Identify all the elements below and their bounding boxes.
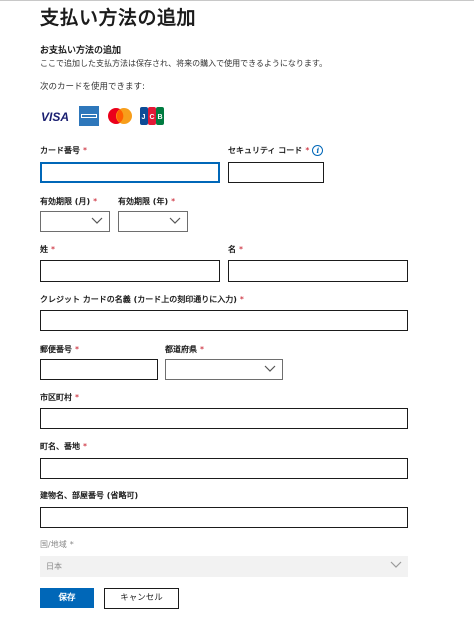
city-input[interactable]: [40, 408, 408, 429]
info-icon[interactable]: i: [312, 145, 324, 156]
building-label: 建物名、部屋番号 (省略可): [40, 491, 139, 500]
mastercard-icon: [107, 106, 133, 126]
exp-year-label: 有効期限 (年) *: [118, 196, 175, 207]
security-code-label-text: セキュリティ コード: [228, 146, 303, 155]
required-mark: *: [75, 393, 79, 402]
last-name-input[interactable]: [40, 260, 220, 282]
card-holder-label: クレジット カードの名義 (カード上の刻印通りに入力) *: [40, 294, 244, 305]
chevron-down-icon: [390, 561, 402, 568]
required-mark: *: [93, 197, 98, 206]
first-name-input[interactable]: [228, 260, 408, 282]
svg-text:J: J: [142, 114, 146, 121]
postal-code-label-text: 郵便番号: [40, 345, 72, 354]
chevron-down-icon: [264, 365, 276, 372]
required-mark: *: [239, 245, 243, 254]
prefecture-label: 都道府県 *: [165, 344, 204, 355]
country-value: 日本: [46, 562, 62, 571]
card-number-label: カード番号 *: [40, 145, 87, 156]
section-description: ここで追加した支払方法は保存され、将来の購入で使用できるようになります。: [40, 59, 328, 68]
page-title: 支払い方法の追加: [40, 7, 197, 29]
last-name-label: 姓 *: [40, 244, 55, 255]
required-mark: *: [305, 146, 310, 155]
section-subtitle: お支払い方法の追加: [40, 46, 122, 56]
exp-year-label-text: 有効期限 (年): [118, 197, 169, 206]
accepted-cards-label: 次のカードを使用できます:: [40, 82, 145, 92]
country-label-text: 国/地域: [40, 540, 67, 549]
prefecture-select[interactable]: [165, 359, 283, 380]
country-label: 国/地域 *: [40, 539, 74, 550]
amex-icon: [79, 106, 99, 126]
exp-year-select[interactable]: [118, 211, 188, 232]
required-mark: *: [83, 442, 87, 451]
visa-icon: VISA: [40, 107, 72, 125]
security-code-input[interactable]: [228, 162, 324, 183]
exp-month-select[interactable]: [40, 211, 110, 232]
required-mark: *: [83, 146, 87, 155]
top-border: [0, 0, 474, 1]
svg-text:B: B: [158, 114, 163, 121]
required-mark: *: [51, 245, 55, 254]
jcb-icon: J C B: [140, 106, 164, 126]
exp-month-label: 有効期限 (月) *: [40, 196, 97, 207]
save-button[interactable]: 保存: [40, 588, 94, 608]
required-mark: *: [239, 295, 244, 304]
last-name-label-text: 姓: [40, 245, 48, 254]
country-select: 日本: [40, 556, 408, 577]
card-holder-label-text: クレジット カードの名義 (カード上の刻印通りに入力): [40, 295, 237, 304]
card-number-input[interactable]: [40, 162, 220, 183]
street-label-text: 町名、番地: [40, 442, 80, 451]
required-mark: *: [75, 345, 79, 354]
prefecture-label-text: 都道府県: [165, 345, 197, 354]
required-mark: *: [200, 345, 204, 354]
svg-text:C: C: [150, 114, 155, 121]
security-code-label: セキュリティ コード * i: [228, 145, 324, 156]
first-name-label: 名 *: [228, 244, 243, 255]
postal-code-label: 郵便番号 *: [40, 344, 79, 355]
required-mark: *: [171, 197, 176, 206]
chevron-down-icon: [169, 217, 181, 224]
card-holder-input[interactable]: [40, 310, 408, 331]
street-input[interactable]: [40, 458, 408, 479]
required-mark: *: [69, 540, 74, 549]
postal-code-input[interactable]: [40, 359, 158, 380]
building-input[interactable]: [40, 507, 408, 528]
card-number-label-text: カード番号: [40, 146, 80, 155]
first-name-label-text: 名: [228, 245, 236, 254]
cancel-button[interactable]: キャンセル: [104, 588, 179, 609]
chevron-down-icon: [91, 217, 103, 224]
city-label: 市区町村 *: [40, 392, 79, 403]
street-label: 町名、番地 *: [40, 441, 87, 452]
exp-month-label-text: 有効期限 (月): [40, 197, 91, 206]
city-label-text: 市区町村: [40, 393, 72, 402]
svg-text:VISA: VISA: [41, 110, 69, 124]
